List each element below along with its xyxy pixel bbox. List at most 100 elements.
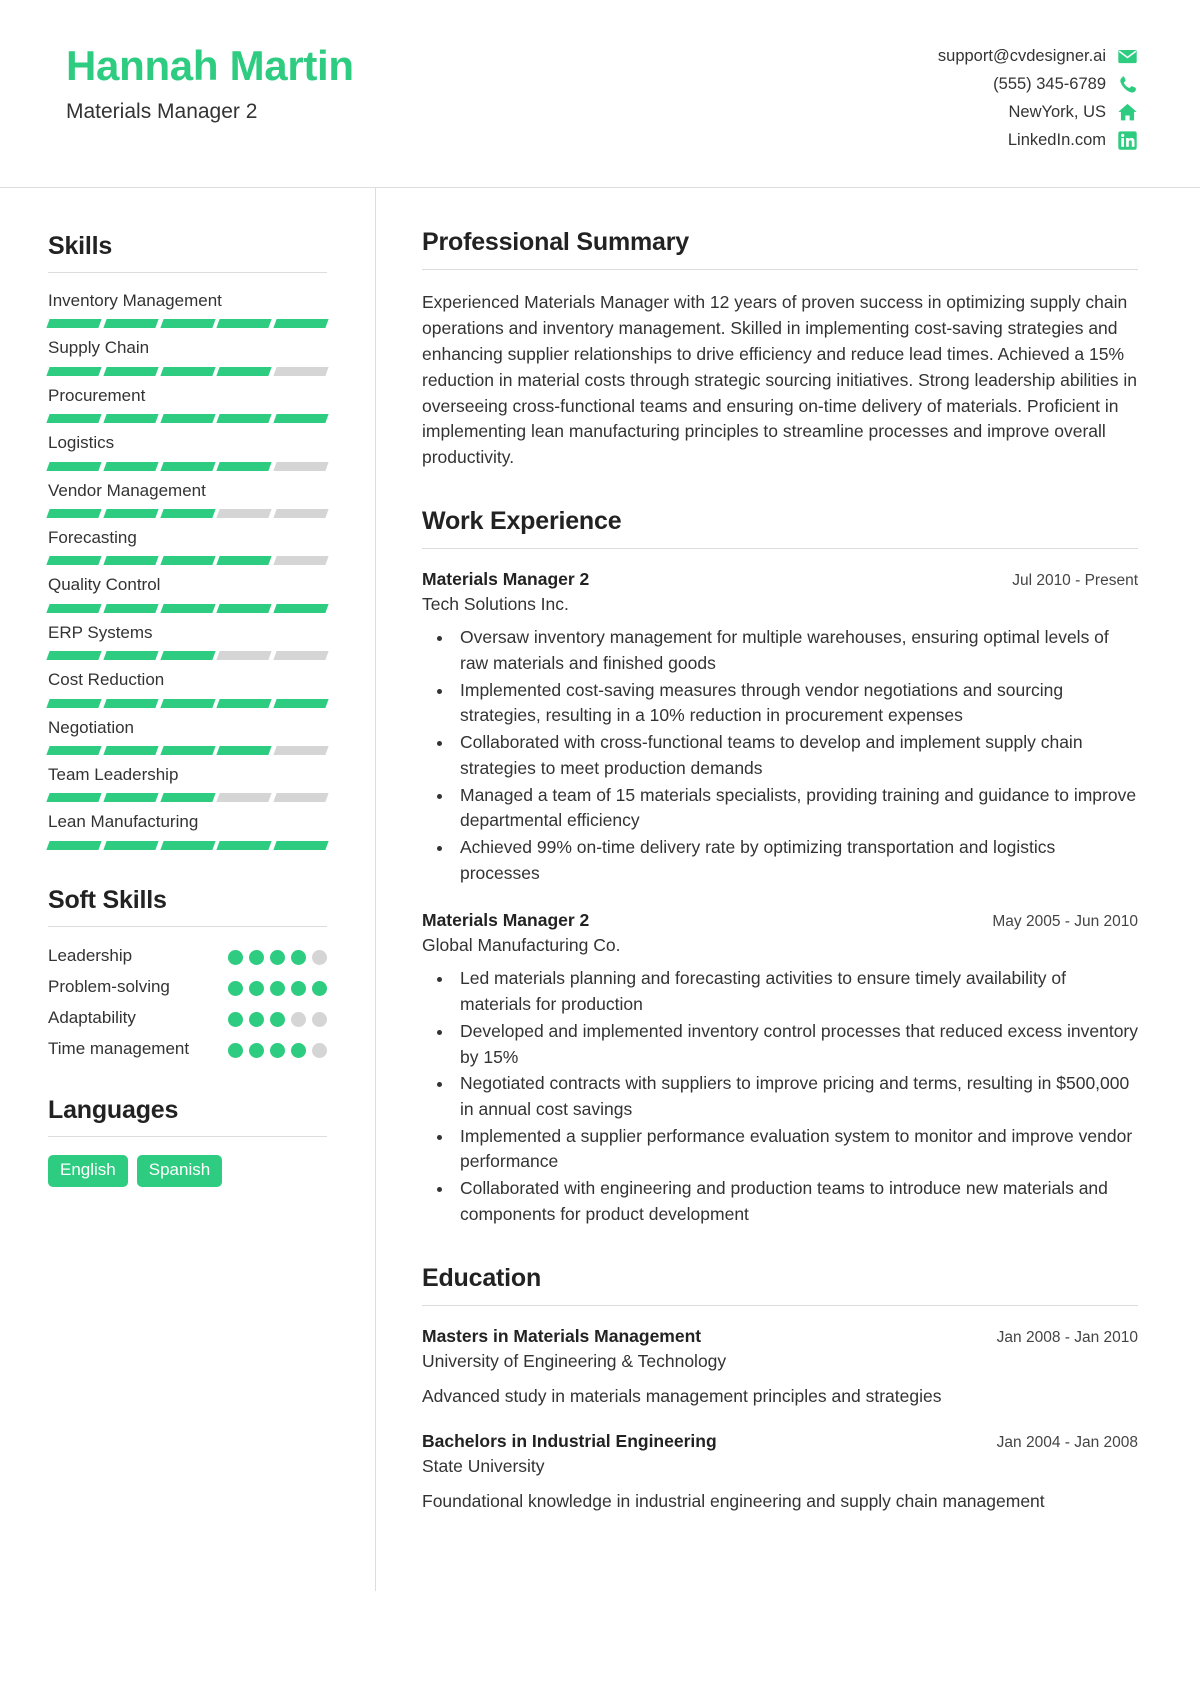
skill-name: Vendor Management	[48, 480, 206, 500]
professional-summary-heading: Professional Summary	[422, 228, 689, 256]
professional-summary-section: Professional Summary Experienced Materia…	[422, 228, 1138, 471]
contact-item[interactable]: (555) 345-6789	[993, 74, 1138, 95]
rating-dot	[291, 980, 306, 996]
skill-bar-segment	[46, 319, 102, 329]
languages-section: Languages English Spanish	[48, 1096, 327, 1187]
experience-bullet-list: Oversaw inventory management for multipl…	[422, 625, 1138, 886]
soft-skill-label: Time management	[48, 1038, 190, 1058]
envelope-icon	[1117, 46, 1138, 67]
experience-bullet: Managed a team of 15 materials specialis…	[454, 783, 1138, 834]
experience-bullet: Implemented cost-saving measures through…	[454, 678, 1138, 729]
skill-bar-segment	[103, 745, 159, 755]
skills-heading: Skills	[48, 232, 113, 260]
experience-entry: Materials Manager 2 Jul 2010 - Present Tec…	[422, 569, 1138, 886]
soft-skills-list: Leadership Problem-solving Adaptability Tim…	[48, 945, 327, 1061]
skill-bar-segment	[159, 508, 216, 518]
skills-list: Inventory Management Supply Chain Procurem…	[46, 291, 329, 850]
rating-dot	[228, 1042, 243, 1058]
soft-skill-item: Time management	[48, 1038, 327, 1061]
skill-item: Team Leadership	[46, 765, 329, 803]
rating-dot	[312, 980, 327, 996]
experience-role: Materials Manager 2	[422, 910, 590, 931]
linkedin-icon	[1117, 130, 1138, 151]
soft-skill-label: Adaptability	[48, 1007, 136, 1027]
skill-bar-segment	[273, 793, 329, 803]
rating-dot	[249, 980, 264, 996]
experience-company: Tech Solutions Inc.	[422, 594, 569, 615]
skill-bar-segment	[46, 745, 102, 755]
contact-item[interactable]: support@cvdesigner.ai	[938, 46, 1138, 67]
header-identity: Hannah Martin Materials Manager 2	[66, 34, 354, 124]
soft-skills-divider	[48, 925, 327, 927]
skill-bar-segment	[103, 319, 159, 329]
experience-entry: Materials Manager 2 May 2005 - Jun 2010 Gl…	[422, 910, 1138, 1227]
contact-value: (555) 345-6789	[993, 75, 1106, 93]
skill-bar-segment	[46, 603, 102, 613]
soft-skills-heading: Soft Skills	[48, 885, 167, 914]
education-degree: Bachelors in Industrial Engineering	[422, 1431, 717, 1452]
skill-bar-segment	[273, 651, 329, 661]
phone-icon	[1117, 74, 1138, 95]
skill-bar-segment	[103, 698, 159, 708]
experience-bullet: Led materials planning and forecasting a…	[454, 966, 1138, 1017]
experience-date-range: Jul 2010 - Present	[1012, 572, 1138, 590]
skill-item: Cost Reduction	[46, 670, 329, 708]
skill-bar-segment	[216, 745, 272, 755]
soft-skill-item: Problem-solving	[48, 976, 327, 999]
skill-bar-segment	[159, 319, 216, 329]
contact-value: LinkedIn.com	[1007, 131, 1106, 149]
language-chip: English	[48, 1155, 128, 1187]
skill-item: Supply Chain	[46, 338, 329, 376]
soft-skill-rating	[228, 976, 327, 996]
skill-item: ERP Systems	[46, 623, 329, 661]
experience-role: Materials Manager 2	[422, 569, 590, 590]
education-school: State University	[422, 1456, 545, 1477]
main-content: Professional Summary Experienced Materia…	[376, 188, 1200, 1591]
work-experience-section: Work Experience Materials Manager 2 Jul 2…	[422, 507, 1138, 1227]
skill-bar-segment	[273, 461, 329, 471]
skill-bar-segment	[46, 698, 102, 708]
experience-bullet: Oversaw inventory management for multipl…	[454, 625, 1138, 676]
skill-bar-segment	[273, 603, 329, 613]
skill-level-bar	[46, 556, 329, 566]
experience-list: Materials Manager 2 Jul 2010 - Present Tec…	[422, 569, 1138, 1227]
education-section: Education Masters in Materials Managemen…	[422, 1264, 1138, 1515]
skill-bar-segment	[273, 556, 329, 566]
contact-item[interactable]: NewYork, US	[1008, 102, 1138, 123]
skill-bar-segment	[159, 698, 216, 708]
skill-bar-segment	[46, 651, 102, 661]
skill-bar-segment	[216, 603, 272, 613]
skill-level-bar	[46, 651, 329, 661]
skill-name: Procurement	[48, 385, 146, 405]
sidebar: Skills Inventory Management Supply Chain P…	[0, 188, 376, 1592]
languages-heading: Languages	[48, 1096, 179, 1125]
skill-item: Procurement	[46, 385, 329, 424]
rating-dot	[270, 949, 285, 965]
resume-page: Hannah Martin Materials Manager 2 suppor…	[0, 0, 1200, 1684]
education-entry: Bachelors in Industrial Engineering Jan 2…	[422, 1431, 1138, 1515]
rating-dot	[249, 949, 264, 965]
rating-dot	[270, 980, 285, 996]
contact-item[interactable]: LinkedIn.com	[1008, 130, 1138, 151]
skill-item: Forecasting	[46, 528, 329, 566]
experience-bullet: Implemented a supplier performance evalu…	[454, 1124, 1138, 1175]
skill-bar-segment	[159, 603, 216, 613]
rating-dot	[312, 949, 327, 965]
skill-bar-segment	[103, 556, 159, 566]
skill-level-bar	[46, 461, 329, 471]
skill-name: Cost Reduction	[48, 670, 165, 690]
skill-level-bar	[46, 508, 329, 518]
professional-summary-text: Experienced Materials Manager with 12 ye…	[422, 292, 1137, 468]
languages-divider	[48, 1136, 327, 1138]
soft-skill-rating	[228, 945, 327, 965]
soft-skill-rating	[228, 1038, 327, 1058]
skill-name: Logistics	[48, 433, 115, 453]
professional-summary-divider	[422, 269, 1138, 270]
skill-item: Quality Control	[46, 575, 329, 613]
education-entry: Masters in Materials Management Jan 2008 …	[422, 1326, 1138, 1410]
experience-bullet: Developed and implemented inventory cont…	[454, 1019, 1138, 1070]
education-list: Masters in Materials Management Jan 2008 …	[422, 1326, 1138, 1515]
skill-item: Vendor Management	[46, 480, 329, 518]
education-divider	[422, 1304, 1138, 1306]
skill-bar-segment	[103, 793, 159, 803]
